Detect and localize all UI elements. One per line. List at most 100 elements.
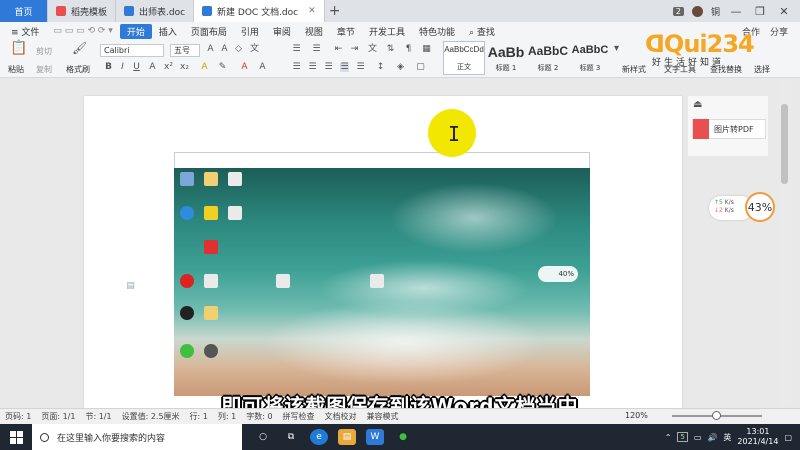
new-style-button[interactable]: 新样式	[622, 64, 646, 75]
chinese-layout-icon[interactable]: 文	[368, 45, 377, 54]
cut-button[interactable]: 剪切	[36, 46, 52, 57]
file-explorer-icon[interactable]: ▤	[338, 429, 356, 445]
menu-quick-icons[interactable]: ▭ ▭ ▭ ⟲ ⟳ ▾	[46, 26, 119, 36]
zoom-slider-handle[interactable]	[712, 411, 721, 420]
menu-view[interactable]: 视图	[298, 25, 330, 38]
numbered-list-icon[interactable]: ☰	[312, 45, 321, 54]
menu-features[interactable]: 特色功能	[412, 25, 462, 38]
menu-page-layout[interactable]: 页面布局	[184, 25, 234, 38]
font-family-select[interactable]: Calibri	[100, 44, 164, 57]
format-painter-button[interactable]: 格式刷	[66, 64, 90, 75]
borders-icon[interactable]: ▢	[416, 63, 425, 72]
status-section[interactable]: 节: 1/1	[85, 411, 111, 422]
user-name[interactable]: 铜	[711, 5, 720, 18]
wps-writer-icon[interactable]: W	[366, 429, 384, 445]
style-gallery-expand-icon[interactable]: ▾	[612, 44, 621, 54]
paragraph-handle-icon[interactable]: ▤	[126, 282, 135, 291]
bullet-list-icon[interactable]: ☰	[292, 45, 301, 54]
pasted-screenshot-image[interactable]: 40%	[174, 168, 590, 396]
outdent-icon[interactable]: ⇤	[334, 45, 343, 54]
font-color-icon[interactable]: A	[240, 63, 249, 72]
shrink-font-icon[interactable]: A	[220, 45, 229, 54]
align-center-icon[interactable]: ☰	[308, 63, 317, 72]
new-tab-button[interactable]: +	[325, 0, 345, 22]
status-compat-mode[interactable]: 兼容模式	[367, 411, 399, 422]
grow-font-icon[interactable]: A	[206, 45, 215, 54]
close-window-icon[interactable]: ✕	[776, 5, 792, 18]
start-button[interactable]	[0, 424, 32, 450]
align-left-icon[interactable]: ☰	[292, 63, 301, 72]
menu-file[interactable]: ≡ 文件	[4, 25, 46, 38]
network-icon[interactable]: ▭	[694, 433, 702, 442]
notifications-icon[interactable]: ▢	[784, 433, 792, 442]
style-heading-2[interactable]: AaBbC 标题 2	[527, 41, 569, 75]
font-size-select[interactable]: 五号	[170, 44, 200, 57]
style-heading-1[interactable]: AaBb 标题 1	[485, 41, 527, 75]
shading-icon[interactable]: ◈	[396, 63, 405, 72]
menu-references[interactable]: 引用	[234, 25, 266, 38]
clear-format-icon[interactable]: ◇	[234, 45, 243, 54]
menu-insert[interactable]: 插入	[152, 25, 184, 38]
justify-icon[interactable]: ☰	[340, 63, 349, 72]
underline-icon[interactable]: U	[132, 63, 141, 72]
tab-chushibiao-doc[interactable]: 出师表.doc	[116, 0, 195, 22]
align-right-icon[interactable]: ☰	[324, 63, 333, 72]
superscript-icon[interactable]: x²	[164, 63, 173, 72]
sort-icon[interactable]: ⇅	[386, 45, 395, 54]
maximize-icon[interactable]: ❐	[752, 5, 768, 18]
task-view-icon[interactable]: ⧉	[282, 429, 300, 445]
status-row[interactable]: 行: 1	[190, 411, 208, 422]
minimize-icon[interactable]: —	[728, 5, 744, 18]
table-icon[interactable]: ▦	[422, 45, 431, 54]
share-button[interactable]: 分享	[770, 25, 788, 38]
image-to-pdf-button[interactable]: 图片转PDF	[692, 119, 766, 139]
volume-icon[interactable]: 🔊	[707, 433, 717, 442]
edge-taskbar-icon[interactable]: e	[310, 429, 328, 445]
battery-indicator[interactable]: 5	[677, 432, 688, 442]
avatar[interactable]	[691, 5, 703, 17]
tab-home[interactable]: 首页	[0, 0, 48, 22]
strikethrough-icon[interactable]: A	[148, 63, 157, 72]
tab-daoke-templates[interactable]: 稻壳模板	[48, 0, 117, 22]
status-page-number[interactable]: 页码: 1	[5, 411, 31, 422]
distributed-icon[interactable]: ☰	[356, 63, 365, 72]
paste-icon[interactable]: 📋	[10, 41, 27, 58]
menu-search[interactable]: ⌕ 查找	[462, 25, 502, 38]
subscript-icon[interactable]: x₂	[180, 63, 189, 72]
taskbar-search-box[interactable]: 在这里输入你要搜索的内容	[32, 424, 242, 450]
copy-button[interactable]: 复制	[36, 64, 52, 75]
highlight-icon[interactable]: ✎	[218, 63, 227, 72]
wechat-taskbar-icon[interactable]: ●	[394, 429, 412, 445]
format-painter-icon[interactable]: 🖌	[72, 42, 87, 56]
menu-start[interactable]: 开始	[119, 23, 152, 39]
style-normal[interactable]: AaBbCcDd 正文	[443, 41, 485, 75]
select-button[interactable]: 选择	[754, 64, 770, 75]
menu-developer[interactable]: 开发工具	[362, 25, 412, 38]
menu-sections[interactable]: 章节	[330, 25, 362, 38]
status-word-count[interactable]: 字数: 0	[246, 411, 272, 422]
line-spacing-icon[interactable]: ↕	[376, 63, 385, 72]
style-heading-3[interactable]: AaBbC 标题 3	[569, 41, 611, 75]
taskbar-clock[interactable]: 13:01 2021/4/14	[737, 427, 778, 447]
pinyin-icon[interactable]: 文	[250, 45, 259, 54]
status-spell-check[interactable]: 拼写检查	[283, 411, 315, 422]
collapse-panel-icon[interactable]: ⏏	[693, 100, 702, 110]
zoom-level[interactable]: 120%	[625, 411, 648, 420]
indent-icon[interactable]: ⇥	[350, 45, 359, 54]
bold-icon[interactable]: B	[104, 63, 113, 72]
status-proofread[interactable]: 文档校对	[325, 411, 357, 422]
status-pages[interactable]: 页面: 1/1	[41, 411, 75, 422]
show-marks-icon[interactable]: ¶	[404, 45, 413, 54]
scrollbar-thumb[interactable]	[781, 104, 788, 184]
cortana-icon[interactable]: ○	[254, 429, 272, 445]
notification-badge[interactable]: 2	[672, 6, 684, 16]
char-shading-icon[interactable]: A	[258, 63, 267, 72]
memory-usage-gauge[interactable]: 43%	[745, 192, 775, 222]
menu-review[interactable]: 审阅	[266, 25, 298, 38]
status-column[interactable]: 列: 1	[218, 411, 236, 422]
status-position[interactable]: 设置值: 2.5厘米	[122, 411, 180, 422]
tray-overflow-icon[interactable]: ⌃	[665, 433, 672, 442]
paste-button[interactable]: 粘贴	[8, 64, 24, 75]
tab-new-doc[interactable]: 新建 DOC 文档.doc ✕	[194, 0, 325, 22]
text-effect-icon[interactable]: A	[200, 63, 209, 72]
